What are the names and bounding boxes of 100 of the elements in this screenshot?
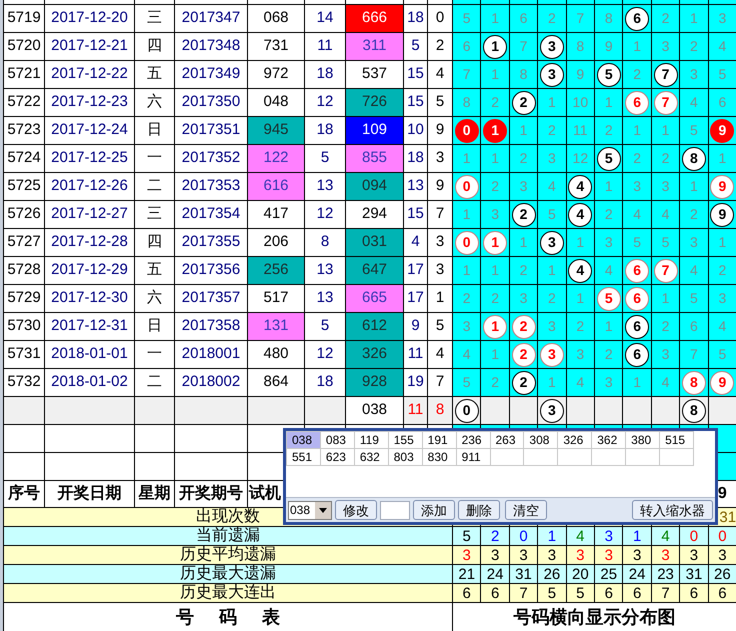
table-cell: 2017-12-27 (45, 201, 135, 228)
table-cell: 1 (538, 369, 567, 396)
table-cell: 2 (453, 285, 482, 312)
table-cell: 17 (404, 257, 428, 284)
list-item[interactable]: 362 (592, 432, 626, 449)
list-item[interactable]: 830 (422, 449, 457, 466)
table-cell: 5722 (4, 89, 45, 116)
table-cell: 7 (510, 584, 538, 602)
table-cell: 1 (538, 257, 567, 284)
list-item[interactable]: 236 (456, 432, 490, 449)
empty-cell (558, 449, 592, 466)
table-cell: 2 (510, 145, 538, 172)
table-cell: 1 (481, 61, 510, 88)
table-cell: 206 (248, 229, 305, 256)
table-cell: 五 (135, 61, 175, 88)
table-cell: 2018001 (175, 341, 248, 368)
table-cell: 2017-12-31 (45, 313, 135, 340)
table-cell: 24 (623, 565, 652, 583)
table-cell: 2 (680, 201, 709, 228)
list-item[interactable]: 119 (354, 432, 389, 449)
table-cell: 864 (248, 369, 305, 396)
list-item[interactable]: 803 (388, 449, 423, 466)
table-cell: 5721 (4, 61, 45, 88)
table-cell: 2018-01-02 (45, 369, 135, 396)
add-button[interactable]: 添加 (413, 500, 455, 520)
table-cell: 2017-12-30 (45, 285, 135, 312)
table-cell: 3 (453, 313, 482, 340)
table-cell: 1 (595, 173, 624, 200)
table-cell: 2017-12-20 (45, 5, 135, 32)
list-item[interactable]: 308 (524, 432, 558, 449)
table-cell: 日 (135, 117, 175, 144)
delete-button[interactable]: 删除 (458, 500, 500, 520)
table-cell: 6 (623, 584, 652, 602)
table-cell: 3 (595, 229, 624, 256)
table-cell: 9 (566, 61, 596, 88)
table-cell: 10 (566, 89, 596, 116)
table-cell: 2 (481, 285, 510, 312)
table-cell: 1 (623, 117, 652, 144)
table-cell: 3 (595, 369, 624, 396)
table-cell: 15 (404, 61, 428, 88)
table-cell: 1 (623, 369, 652, 396)
table-cell: 31 (680, 565, 709, 583)
list-item[interactable]: 623 (320, 449, 355, 466)
table-cell: 二 (135, 173, 175, 200)
table-cell: 1 (652, 117, 680, 144)
table-cell: 6 (510, 5, 538, 32)
list-item[interactable]: 083 (320, 432, 355, 449)
table-cell: 2017354 (175, 201, 248, 228)
table-cell: 256 (248, 257, 305, 284)
chart-title: 号码横向显示分布图 (514, 606, 676, 628)
table-cell: 1 (538, 527, 567, 545)
list-item[interactable]: 155 (388, 432, 423, 449)
table-cell: 2017349 (175, 61, 248, 88)
list-item[interactable]: 515 (660, 432, 694, 449)
combo-box[interactable]: 038 (288, 500, 332, 520)
table-cell: 612 (346, 313, 404, 340)
table-cell: 三 (135, 201, 175, 228)
table-cell: 5725 (4, 173, 45, 200)
list-item[interactable]: 191 (422, 432, 457, 449)
list-item[interactable]: 326 (558, 432, 592, 449)
list-item[interactable]: 911 (456, 449, 490, 466)
list-item[interactable]: 380 (626, 432, 660, 449)
list-item[interactable]: 263 (490, 432, 524, 449)
table-cell: 2 (481, 89, 510, 116)
edit-button[interactable]: 修改 (335, 500, 377, 520)
table-cell: 1 (453, 145, 482, 172)
input-field[interactable] (380, 500, 410, 520)
table-cell: 四 (135, 33, 175, 60)
table-cell: 1 (652, 285, 680, 312)
table-cell: 1 (481, 145, 510, 172)
table-cell: 1 (566, 229, 596, 256)
table-cell: 2017348 (175, 33, 248, 60)
table-cell: 5 (453, 527, 482, 545)
table-cell: 11 (566, 117, 596, 144)
table-cell: 1 (453, 257, 482, 284)
transfer-button[interactable]: 转入缩水器 (632, 500, 713, 520)
table-cell: 4 (566, 527, 596, 545)
list-item[interactable]: 632 (354, 449, 389, 466)
column-header: 星期 (135, 481, 175, 507)
table-cell: 4 (680, 89, 709, 116)
table-cell: 3 (680, 546, 709, 564)
table-cell: 5729 (4, 285, 45, 312)
table-cell: 六 (135, 285, 175, 312)
table-cell: 7 (680, 341, 709, 368)
table-cell: 8 (595, 5, 624, 32)
table-cell: 2 (708, 257, 736, 284)
table-cell: 12 (566, 145, 596, 172)
table-cell: 2 (680, 33, 709, 60)
list-item[interactable]: 038 (287, 432, 321, 449)
clear-button[interactable]: 清空 (505, 500, 547, 520)
row-label: 历史平均遗漏 (4, 546, 453, 564)
list-item[interactable]: 551 (287, 449, 321, 466)
table-cell: 四 (135, 229, 175, 256)
table-cell: 5727 (4, 229, 45, 256)
table-cell: 1 (566, 285, 596, 312)
table-cell: 2 (652, 313, 680, 340)
table-cell: 517 (248, 285, 305, 312)
table-cell: 6 (680, 584, 709, 602)
table-cell: 4 (566, 369, 596, 396)
table-cell: 3 (708, 546, 736, 564)
